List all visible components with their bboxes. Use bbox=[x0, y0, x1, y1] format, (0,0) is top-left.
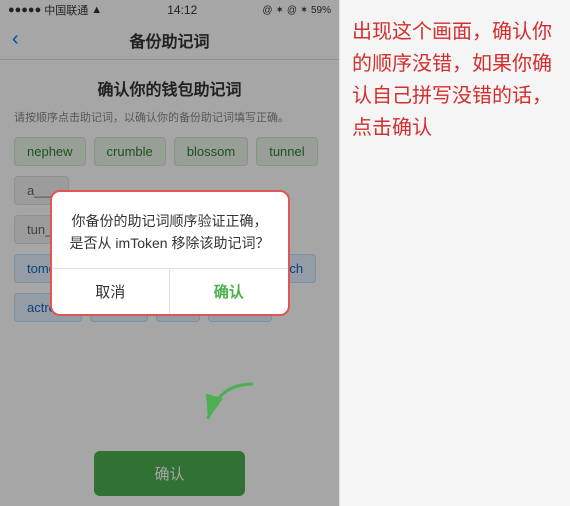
dialog-message: 你备份的助记词顺序验证正确，是否从 imToken 移除该助记词？ bbox=[68, 210, 272, 255]
dialog-actions: 取消 确认 bbox=[52, 268, 288, 314]
annotation-text: 出现这个画面，确认你的顺序没错，如果你确认自己拼写没错的话，点击确认 bbox=[352, 16, 558, 144]
dialog-body: 你备份的助记词顺序验证正确，是否从 imToken 移除该助记词？ bbox=[52, 192, 288, 269]
dialog-ok-button[interactable]: 确认 bbox=[170, 269, 288, 314]
confirmation-dialog: 你备份的助记词顺序验证正确，是否从 imToken 移除该助记词？ 取消 确认 bbox=[50, 190, 290, 317]
arrow-annotation bbox=[198, 379, 258, 434]
phone-screen: ●●●●● 中国联通 ▲ 14:12 @ ✶ @ ✶ 59% ‹ 备份助记词 确… bbox=[0, 0, 340, 506]
dialog-cancel-button[interactable]: 取消 bbox=[52, 269, 171, 314]
annotation-section: 出现这个画面，确认你的顺序没错，如果你确认自己拼写没错的话，点击确认 bbox=[340, 0, 570, 506]
dialog-overlay: 你备份的助记词顺序验证正确，是否从 imToken 移除该助记词？ 取消 确认 bbox=[0, 0, 339, 506]
